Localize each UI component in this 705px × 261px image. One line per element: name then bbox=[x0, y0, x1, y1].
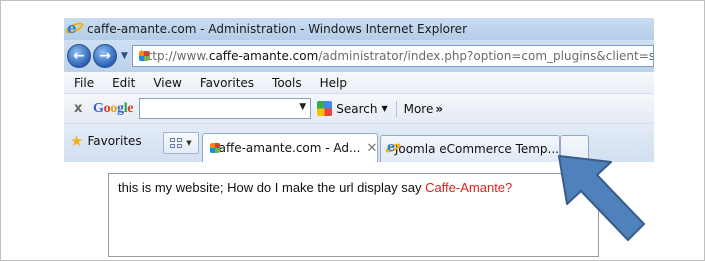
menu-tools[interactable]: Tools bbox=[263, 76, 311, 90]
chevron-down-icon: ▼ bbox=[381, 104, 388, 113]
menu-view[interactable]: View bbox=[144, 76, 190, 90]
google-logo: Google bbox=[93, 100, 134, 116]
url-text: http://www.caffe-amante.com/administrato… bbox=[139, 49, 654, 63]
tab-bar: ★ Favorites ▼ caffe-amante.com - Ad... ✕… bbox=[64, 124, 654, 162]
menu-edit[interactable]: Edit bbox=[103, 76, 144, 90]
tab-label: caffe-amante.com - Ad... bbox=[212, 141, 361, 155]
google-search-label: Search bbox=[336, 101, 378, 116]
double-chevron-icon: » bbox=[435, 101, 444, 116]
menu-bar: File Edit View Favorites Tools Help bbox=[64, 72, 654, 94]
chevron-down-icon[interactable]: ▼ bbox=[299, 102, 306, 112]
back-button[interactable]: ← bbox=[67, 44, 91, 68]
google-search-input[interactable]: ▼ bbox=[139, 98, 312, 119]
window-title: caffe-amante.com - Administration - Wind… bbox=[87, 22, 467, 36]
address-input[interactable]: http://www.caffe-amante.com/administrato… bbox=[131, 45, 654, 67]
history-dropdown-icon[interactable]: ▼ bbox=[121, 51, 128, 61]
quick-tabs-button[interactable]: ▼ bbox=[163, 132, 199, 154]
highlighted-site-name: Caffe-Amante? bbox=[425, 180, 513, 195]
google-search-button[interactable]: Search ▼ bbox=[317, 101, 388, 116]
close-toolbar-icon[interactable]: x bbox=[74, 101, 88, 116]
forward-button[interactable]: → bbox=[93, 44, 117, 68]
more-button[interactable]: More» bbox=[404, 102, 444, 116]
tab-caffe-amante[interactable]: caffe-amante.com - Ad... ✕ bbox=[202, 133, 378, 162]
address-row: ← → ▼ http://www.caffe-amante.com/admini… bbox=[64, 40, 654, 72]
menu-file[interactable]: File bbox=[64, 76, 103, 90]
question-text-box: this is my website; How do I make the ur… bbox=[108, 173, 599, 257]
chevron-down-icon: ▼ bbox=[186, 139, 192, 147]
close-tab-icon[interactable]: ✕ bbox=[366, 141, 377, 156]
tab-label: Joomla eCommerce Temp... bbox=[394, 142, 559, 156]
toolbar-divider bbox=[395, 100, 397, 117]
internet-explorer-icon: e bbox=[384, 140, 402, 156]
browser-window: e caffe-amante.com - Administration - Wi… bbox=[64, 18, 654, 162]
new-tab-button[interactable] bbox=[560, 135, 589, 162]
menu-help[interactable]: Help bbox=[311, 76, 356, 90]
google-toolbar: x Google ▼ Search ▼ More» bbox=[64, 94, 654, 124]
tab-joomla-ecommerce[interactable]: e Joomla eCommerce Temp... bbox=[380, 135, 560, 162]
google-search-icon bbox=[317, 101, 333, 116]
favorites-label: Favorites bbox=[87, 134, 142, 148]
menu-favorites[interactable]: Favorites bbox=[191, 76, 263, 90]
internet-explorer-icon: e bbox=[64, 19, 85, 37]
question-text: this is my website; How do I make the ur… bbox=[118, 180, 513, 195]
grid-icon bbox=[170, 137, 183, 149]
favorites-button[interactable]: ★ Favorites bbox=[70, 130, 142, 152]
star-icon: ★ bbox=[70, 132, 84, 150]
title-bar: e caffe-amante.com - Administration - Wi… bbox=[64, 18, 654, 40]
